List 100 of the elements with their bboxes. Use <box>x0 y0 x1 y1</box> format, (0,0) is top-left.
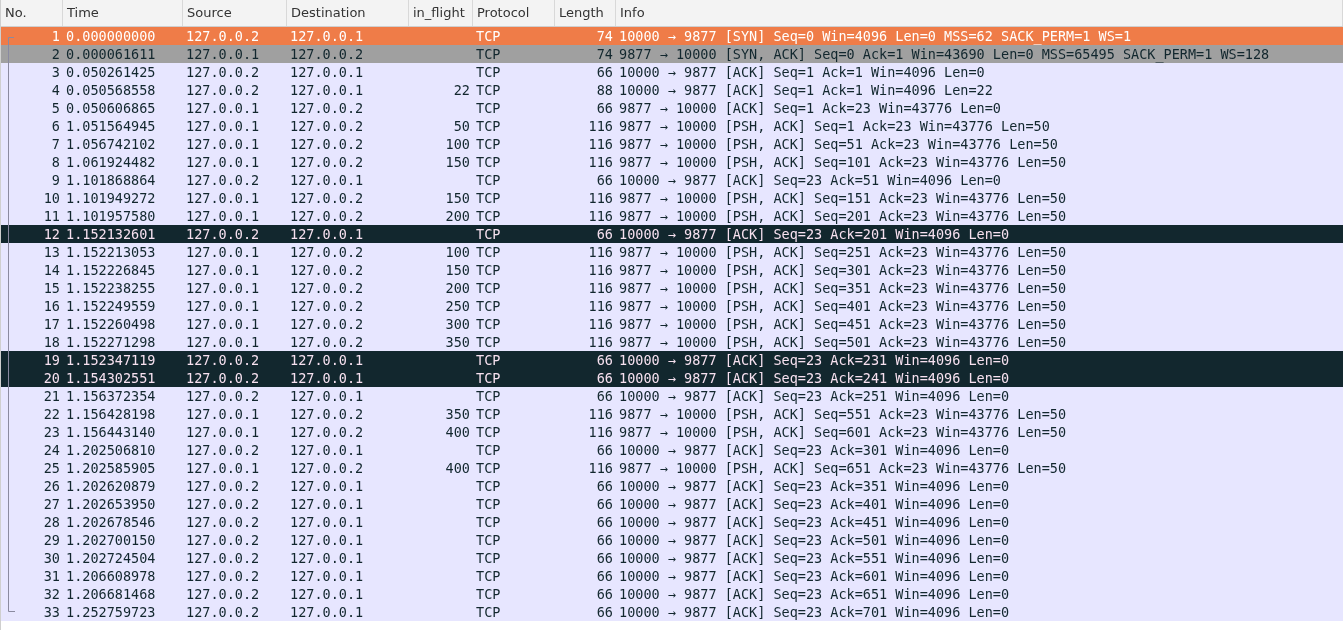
column-header[interactable]: Destination <box>287 0 409 26</box>
packet-row[interactable]: 15 1.152238255 127.0.0.1 127.0.0.2 200 TCP 116 9877 → 10000 [PSH, ACK] Seq=351 Ack=23 Win=43776 Len=50 <box>1 279 1343 297</box>
packet-row[interactable]: 10 1.101949272 127.0.0.1 127.0.0.2 150 TCP 116 9877 → 10000 [PSH, ACK] Seq=151 Ack=23 Win=43776 Len=50 <box>1 189 1343 207</box>
table-cell-text: 10000 → 9877 [ACK] Seq=23 Ack=601 Win=4096 Len=0 <box>618 567 1011 585</box>
packet-row[interactable]: 28 1.202678546 127.0.0.2 127.0.0.1 TCP 66 10000 → 9877 [ACK] Seq=23 Ack=451 Win=4096 Len=0 <box>1 513 1343 531</box>
table-cell-text: 1.156372354 <box>65 387 157 405</box>
table-cell-text: TCP <box>475 423 502 441</box>
table-cell-text: 127.0.0.2 <box>289 117 365 135</box>
table-cell-text: TCP <box>475 585 502 603</box>
table-cell-text: 116 <box>587 297 614 315</box>
table-cell-text: TCP <box>475 27 502 45</box>
packet-row[interactable]: 11 1.101957580 127.0.0.1 127.0.0.2 200 TCP 116 9877 → 10000 [PSH, ACK] Seq=201 Ack=23 Win=43776 Len=50 <box>1 207 1343 225</box>
table-cell-text: TCP <box>475 153 502 171</box>
table-cell-text: 116 <box>587 243 614 261</box>
table-cell-text: 9877 → 10000 [PSH, ACK] Seq=401 Ack=23 Win=43776 Len=50 <box>618 297 1068 315</box>
table-cell-text: 127.0.0.1 <box>289 351 365 369</box>
table-cell-text: 127.0.0.2 <box>185 171 261 189</box>
table-cell-text: 127.0.0.1 <box>289 477 365 495</box>
table-cell-text: 66 <box>595 99 614 117</box>
table-cell-text: 127.0.0.1 <box>289 513 365 531</box>
table-cell-text: 1.152238255 <box>65 279 157 297</box>
table-cell-text: 29 <box>42 531 61 549</box>
packet-row[interactable]: 2 0.000061611 127.0.0.1 127.0.0.2 TCP 74 9877 → 10000 [SYN, ACK] Seq=0 Ack=1 Win=43690 Len=0 MSS=65495 SACK_PERM=1 WS=128 <box>1 45 1343 63</box>
packet-row[interactable]: 7 1.056742102 127.0.0.1 127.0.0.2 100 TCP 116 9877 → 10000 [PSH, ACK] Seq=51 Ack=23 Win=43776 Len=50 <box>1 135 1343 153</box>
table-cell-text: 1.152226845 <box>65 261 157 279</box>
table-cell-text: TCP <box>475 333 502 351</box>
table-cell-text: TCP <box>475 225 502 243</box>
column-header[interactable]: Time <box>63 0 183 26</box>
table-cell-text: 127.0.0.2 <box>185 477 261 495</box>
table-cell-text: 66 <box>595 225 614 243</box>
table-cell-text: 127.0.0.2 <box>185 513 261 531</box>
table-cell-text: 127.0.0.1 <box>185 459 261 477</box>
table-cell-text: 200 <box>444 207 471 225</box>
column-header[interactable]: in_flight <box>409 0 473 26</box>
packet-row[interactable]: 22 1.156428198 127.0.0.1 127.0.0.2 350 TCP 116 9877 → 10000 [PSH, ACK] Seq=551 Ack=23 Win=43776 Len=50 <box>1 405 1343 423</box>
column-header[interactable]: Source <box>183 0 287 26</box>
table-cell-text: 127.0.0.1 <box>185 189 261 207</box>
packet-row[interactable]: 3 0.050261425 127.0.0.2 127.0.0.1 TCP 66 10000 → 9877 [ACK] Seq=1 Ack=1 Win=4096 Len=0 <box>1 63 1343 81</box>
table-cell-text: 1.206608978 <box>65 567 157 585</box>
packet-row[interactable]: 29 1.202700150 127.0.0.2 127.0.0.1 TCP 66 10000 → 9877 [ACK] Seq=23 Ack=501 Win=4096 Len=0 <box>1 531 1343 549</box>
packet-row[interactable]: 13 1.152213053 127.0.0.1 127.0.0.2 100 TCP 116 9877 → 10000 [PSH, ACK] Seq=251 Ack=23 Win=43776 Len=50 <box>1 243 1343 261</box>
table-cell-text: 1.154302551 <box>65 369 157 387</box>
table-cell-text: 127.0.0.1 <box>185 297 261 315</box>
table-cell-text: 127.0.0.1 <box>185 153 261 171</box>
table-cell-text: 66 <box>595 351 614 369</box>
table-cell-text: 12 <box>42 225 61 243</box>
packet-row[interactable]: 12 1.152132601 127.0.0.2 127.0.0.1 TCP 66 10000 → 9877 [ACK] Seq=23 Ack=201 Win=4096 Len=0 <box>1 225 1343 243</box>
packet-row[interactable]: 24 1.202506810 127.0.0.2 127.0.0.1 TCP 66 10000 → 9877 [ACK] Seq=23 Ack=301 Win=4096 Len=0 <box>1 441 1343 459</box>
table-cell-text: 74 <box>595 27 614 45</box>
table-cell-text: 27 <box>42 495 61 513</box>
table-cell-text: 127.0.0.2 <box>185 441 261 459</box>
table-cell-text: 66 <box>595 369 614 387</box>
packet-row[interactable]: 21 1.156372354 127.0.0.2 127.0.0.1 TCP 66 10000 → 9877 [ACK] Seq=23 Ack=251 Win=4096 Len=0 <box>1 387 1343 405</box>
packet-row[interactable]: 26 1.202620879 127.0.0.2 127.0.0.1 TCP 66 10000 → 9877 [ACK] Seq=23 Ack=351 Win=4096 Len=0 <box>1 477 1343 495</box>
table-cell-text: 1.202724504 <box>65 549 157 567</box>
table-cell-text: 66 <box>595 495 614 513</box>
table-cell-text: 9877 → 10000 [SYN, ACK] Seq=0 Ack=1 Win=43690 Len=0 MSS=65495 SACK_PERM=1 WS=128 <box>618 45 1271 63</box>
table-cell-text: 127.0.0.1 <box>289 585 365 603</box>
packet-row[interactable]: 17 1.152260498 127.0.0.1 127.0.0.2 300 TCP 116 9877 → 10000 [PSH, ACK] Seq=451 Ack=23 Win=43776 Len=50 <box>1 315 1343 333</box>
packet-row[interactable]: 19 1.152347119 127.0.0.2 127.0.0.1 TCP 66 10000 → 9877 [ACK] Seq=23 Ack=231 Win=4096 Len=0 <box>1 351 1343 369</box>
table-cell-text: 20 <box>42 369 61 387</box>
table-cell-text: 25 <box>42 459 61 477</box>
table-cell-text: 127.0.0.2 <box>289 45 365 63</box>
table-cell-text: 127.0.0.1 <box>185 405 261 423</box>
packet-row[interactable]: 9 1.101868864 127.0.0.2 127.0.0.1 TCP 66 10000 → 9877 [ACK] Seq=23 Ack=51 Win=4096 Len=0 <box>1 171 1343 189</box>
packet-row[interactable]: 30 1.202724504 127.0.0.2 127.0.0.1 TCP 66 10000 → 9877 [ACK] Seq=23 Ack=551 Win=4096 Len=0 <box>1 549 1343 567</box>
table-cell-text: 10 <box>42 189 61 207</box>
packet-row[interactable]: 31 1.206608978 127.0.0.2 127.0.0.1 TCP 66 10000 → 9877 [ACK] Seq=23 Ack=601 Win=4096 Len=0 <box>1 567 1343 585</box>
table-cell-text: 116 <box>587 153 614 171</box>
packet-row[interactable]: 27 1.202653950 127.0.0.2 127.0.0.1 TCP 66 10000 → 9877 [ACK] Seq=23 Ack=401 Win=4096 Len=0 <box>1 495 1343 513</box>
packet-row[interactable]: 18 1.152271298 127.0.0.1 127.0.0.2 350 TCP 116 9877 → 10000 [PSH, ACK] Seq=501 Ack=23 Win=43776 Len=50 <box>1 333 1343 351</box>
table-cell-text: 10000 → 9877 [SYN] Seq=0 Win=4096 Len=0 MSS=62 SACK_PERM=1 WS=1 <box>618 27 1133 45</box>
packet-row[interactable]: 25 1.202585905 127.0.0.1 127.0.0.2 400 TCP 116 9877 → 10000 [PSH, ACK] Seq=651 Ack=23 Win=43776 Len=50 <box>1 459 1343 477</box>
table-cell-text: 127.0.0.2 <box>185 585 261 603</box>
packet-row[interactable]: 4 0.050568558 127.0.0.2 127.0.0.1 22 TCP 88 10000 → 9877 [ACK] Seq=1 Ack=1 Win=4096 Len=22 <box>1 81 1343 99</box>
table-cell-text: 9877 → 10000 [PSH, ACK] Seq=101 Ack=23 Win=43776 Len=50 <box>618 153 1068 171</box>
column-header[interactable]: Info <box>616 0 1343 26</box>
table-cell-text: 10000 → 9877 [ACK] Seq=1 Ack=1 Win=4096 Len=22 <box>618 81 994 99</box>
packet-row[interactable]: 6 1.051564945 127.0.0.1 127.0.0.2 50 TCP 116 9877 → 10000 [PSH, ACK] Seq=1 Ack=23 Win=43776 Len=50 <box>1 117 1343 135</box>
table-cell-text: 127.0.0.2 <box>185 387 261 405</box>
column-header[interactable]: No. <box>1 0 63 26</box>
packet-row[interactable]: 23 1.156443140 127.0.0.1 127.0.0.2 400 TCP 116 9877 → 10000 [PSH, ACK] Seq=601 Ack=23 Win=43776 Len=50 <box>1 423 1343 441</box>
packet-row[interactable]: 32 1.206681468 127.0.0.2 127.0.0.1 TCP 66 10000 → 9877 [ACK] Seq=23 Ack=651 Win=4096 Len=0 <box>1 585 1343 603</box>
table-cell-text: 1.152271298 <box>65 333 157 351</box>
table-cell-text: 1.252759723 <box>65 603 157 621</box>
packet-row[interactable]: 20 1.154302551 127.0.0.2 127.0.0.1 TCP 66 10000 → 9877 [ACK] Seq=23 Ack=241 Win=4096 Len=0 <box>1 369 1343 387</box>
table-cell-text: 127.0.0.2 <box>185 63 261 81</box>
packet-row[interactable]: 16 1.152249559 127.0.0.1 127.0.0.2 250 TCP 116 9877 → 10000 [PSH, ACK] Seq=401 Ack=23 Win=43776 Len=50 <box>1 297 1343 315</box>
table-cell-text: 22 <box>452 81 471 99</box>
packet-row[interactable]: 5 0.050606865 127.0.0.1 127.0.0.2 TCP 66 9877 → 10000 [ACK] Seq=1 Ack=23 Win=43776 Len=0 <box>1 99 1343 117</box>
table-cell-text: TCP <box>475 297 502 315</box>
table-cell-text: 116 <box>587 117 614 135</box>
packet-row[interactable]: 8 1.061924482 127.0.0.1 127.0.0.2 150 TCP 116 9877 → 10000 [PSH, ACK] Seq=101 Ack=23 Win=43776 Len=50 <box>1 153 1343 171</box>
table-cell-text: TCP <box>475 477 502 495</box>
packet-row[interactable]: 14 1.152226845 127.0.0.1 127.0.0.2 150 TCP 116 9877 → 10000 [PSH, ACK] Seq=301 Ack=23 Win=43776 Len=50 <box>1 261 1343 279</box>
table-cell-text: 127.0.0.2 <box>289 459 365 477</box>
table-cell-text: 9877 → 10000 [PSH, ACK] Seq=601 Ack=23 Win=43776 Len=50 <box>618 423 1068 441</box>
column-header[interactable]: Length <box>555 0 616 26</box>
column-header[interactable]: Protocol <box>473 0 555 26</box>
packet-row[interactable]: 33 1.252759723 127.0.0.2 127.0.0.1 TCP 66 10000 → 9877 [ACK] Seq=23 Ack=701 Win=4096 Len=0 <box>1 603 1343 621</box>
